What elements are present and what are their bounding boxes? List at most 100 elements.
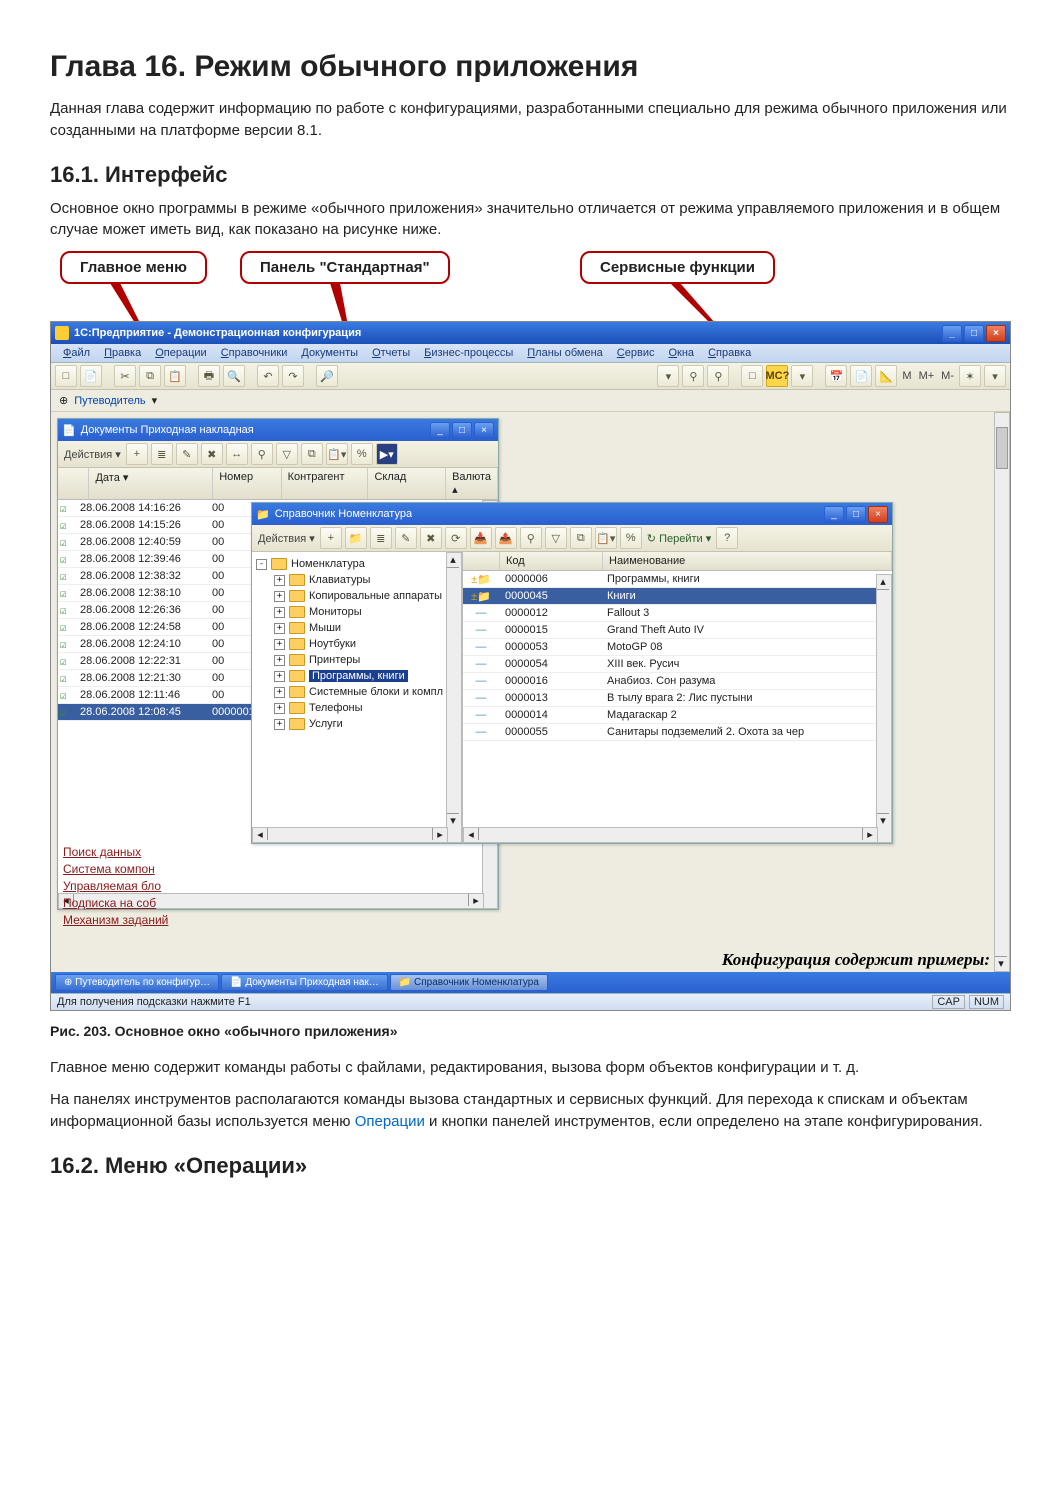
list-item[interactable]: —0000013В тылу врага 2: Лис пустыни — [463, 690, 892, 707]
undo-icon[interactable]: ↶ — [257, 365, 279, 387]
toolbar-button[interactable]: ⚲ — [520, 527, 542, 549]
filter-icon[interactable]: ▽ — [276, 443, 298, 465]
close-button[interactable]: × — [868, 506, 888, 523]
toolbar-button[interactable]: ≣ — [151, 443, 173, 465]
toolbar-button[interactable]: 📤 — [495, 527, 517, 549]
toolbar-button[interactable]: % — [620, 527, 642, 549]
redo-icon[interactable]: ↷ — [282, 365, 304, 387]
menu-item[interactable]: Документы — [295, 346, 364, 360]
maximize-button[interactable]: □ — [964, 325, 984, 342]
list-item[interactable]: —0000015Grand Theft Auto IV — [463, 622, 892, 639]
toolbar-button[interactable]: 🔎 — [316, 365, 338, 387]
maximize-button[interactable]: □ — [846, 506, 866, 523]
minimize-button[interactable]: _ — [942, 325, 962, 342]
toolbar-button[interactable]: 📁 — [345, 527, 367, 549]
scrollbar-horizontal[interactable]: ◂▸ — [463, 827, 878, 843]
tree-node[interactable]: +Системные блоки и компл — [256, 684, 458, 700]
menu-item[interactable]: Справочники — [215, 346, 294, 360]
toolbar-button[interactable]: ⚲ — [682, 365, 704, 387]
toolbar-button[interactable]: ⧉ — [301, 443, 323, 465]
copy-icon[interactable]: ⧉ — [139, 365, 161, 387]
toolbar-button[interactable]: ⧉ — [570, 527, 592, 549]
maximize-button[interactable]: □ — [957, 422, 977, 439]
toolbar-button[interactable]: ✎ — [395, 527, 417, 549]
workspace-scrollbar[interactable]: ▾ — [994, 412, 1010, 972]
toolbar-button[interactable]: 📐 — [875, 365, 897, 387]
dropdown-button[interactable]: ▾ — [657, 365, 679, 387]
toolbar-button[interactable]: % — [351, 443, 373, 465]
guide-link[interactable]: Система компон — [63, 862, 168, 876]
item-list[interactable]: ±📁0000006Программы, книги±📁0000045Книги—… — [463, 571, 892, 843]
maximize-button[interactable]: □ — [452, 422, 472, 439]
scrollbar-horizontal[interactable]: ◂▸ — [252, 827, 448, 843]
calculator-button[interactable]: MC? — [766, 365, 788, 387]
actions-button[interactable]: Действия ▾ — [62, 448, 123, 461]
close-button[interactable]: × — [474, 422, 494, 439]
list-item[interactable]: ±📁0000045Книги — [463, 588, 892, 605]
toolbar-button[interactable]: ⚲ — [251, 443, 273, 465]
delete-icon[interactable]: ✖ — [420, 527, 442, 549]
dropdown-button[interactable]: ▾ — [984, 365, 1006, 387]
menu-item[interactable]: Сервис — [611, 346, 661, 360]
menu-item[interactable]: Планы обмена — [521, 346, 609, 360]
tree-node[interactable]: +Мыши — [256, 620, 458, 636]
taskbar-button[interactable]: 📁 Справочник Номенклатура — [390, 974, 548, 991]
toolbar-button[interactable]: ⚲ — [707, 365, 729, 387]
menu-item[interactable]: Отчеты — [366, 346, 416, 360]
dropdown-button[interactable]: ▾ — [791, 365, 813, 387]
toolbar-button[interactable]: ≣ — [370, 527, 392, 549]
dropdown-icon[interactable]: ▾ — [152, 394, 158, 407]
paste-icon[interactable]: 📋 — [164, 365, 186, 387]
toolbar-button[interactable]: ✎ — [176, 443, 198, 465]
tree-node[interactable]: +Ноутбуки — [256, 636, 458, 652]
menu-item[interactable]: Окна — [662, 346, 700, 360]
col-code[interactable]: Код — [500, 552, 603, 570]
list-item[interactable]: —0000014Мадагаскар 2 — [463, 707, 892, 724]
close-button[interactable]: × — [986, 325, 1006, 342]
toolbar-button[interactable]: □ — [55, 365, 77, 387]
col-counterparty[interactable]: Контрагент — [282, 468, 369, 499]
toolbar-button[interactable]: □ — [741, 365, 763, 387]
tree-node[interactable]: +Услуги — [256, 716, 458, 732]
list-item[interactable]: —0000054XIII век. Русич — [463, 656, 892, 673]
toolbar-button[interactable]: ▶▾ — [376, 443, 398, 465]
tree-node[interactable]: +Телефоны — [256, 700, 458, 716]
tree-node[interactable]: +Программы, книги — [256, 668, 458, 684]
toolbar-button[interactable]: 📄 — [80, 365, 102, 387]
menu-item[interactable]: Правка — [98, 346, 147, 360]
list-item[interactable]: —0000012Fallout 3 — [463, 605, 892, 622]
list-item[interactable]: —0000016Анабиоз. Сон разума — [463, 673, 892, 690]
col-name[interactable]: Наименование — [603, 552, 892, 570]
goto-button[interactable]: ↻ Перейти ▾ — [645, 532, 713, 545]
list-item[interactable]: ±📁0000006Программы, книги — [463, 571, 892, 588]
guide-link[interactable]: Механизм заданий — [63, 913, 168, 927]
toolbar-button[interactable]: ↔ — [226, 443, 248, 465]
calendar-icon[interactable]: 📅 — [825, 365, 847, 387]
tree-node[interactable]: +Клавиатуры — [256, 572, 458, 588]
delete-icon[interactable]: ✖ — [201, 443, 223, 465]
col-number[interactable]: Номер — [213, 468, 281, 499]
menu-item[interactable]: Справка — [702, 346, 757, 360]
list-item[interactable]: —0000053MotoGP 08 — [463, 639, 892, 656]
col-warehouse[interactable]: Склад — [368, 468, 446, 499]
toolbar-button[interactable]: 🖶 — [198, 365, 220, 387]
col-date[interactable]: Дата ▾ — [89, 468, 213, 499]
tree-node[interactable]: -Номенклатура — [256, 556, 458, 572]
toolbar-button[interactable]: 📋▾ — [326, 443, 348, 465]
add-icon[interactable]: + — [126, 443, 148, 465]
tree-node[interactable]: +Копировальные аппараты — [256, 588, 458, 604]
toolbar-button[interactable]: 📋▾ — [595, 527, 617, 549]
tree-node[interactable]: +Принтеры — [256, 652, 458, 668]
taskbar-button[interactable]: 📄 Документы Приходная нак… — [221, 974, 388, 991]
menu-item[interactable]: Файл — [57, 346, 96, 360]
category-tree[interactable]: -Номенклатура+Клавиатуры+Копировальные а… — [252, 552, 462, 843]
menu-item[interactable]: Бизнес-процессы — [418, 346, 519, 360]
help-icon[interactable]: ? — [716, 527, 738, 549]
refresh-icon[interactable]: ⟳ — [445, 527, 467, 549]
guide-link[interactable]: Управляемая бло — [63, 879, 168, 893]
scrollbar-vertical[interactable]: ▴▾ — [876, 574, 892, 843]
toolbar-button[interactable]: + — [320, 527, 342, 549]
toolbar-button[interactable]: 📥 — [470, 527, 492, 549]
settings-icon[interactable]: ✶ — [959, 365, 981, 387]
operations-link[interactable]: Операции — [355, 1113, 425, 1130]
